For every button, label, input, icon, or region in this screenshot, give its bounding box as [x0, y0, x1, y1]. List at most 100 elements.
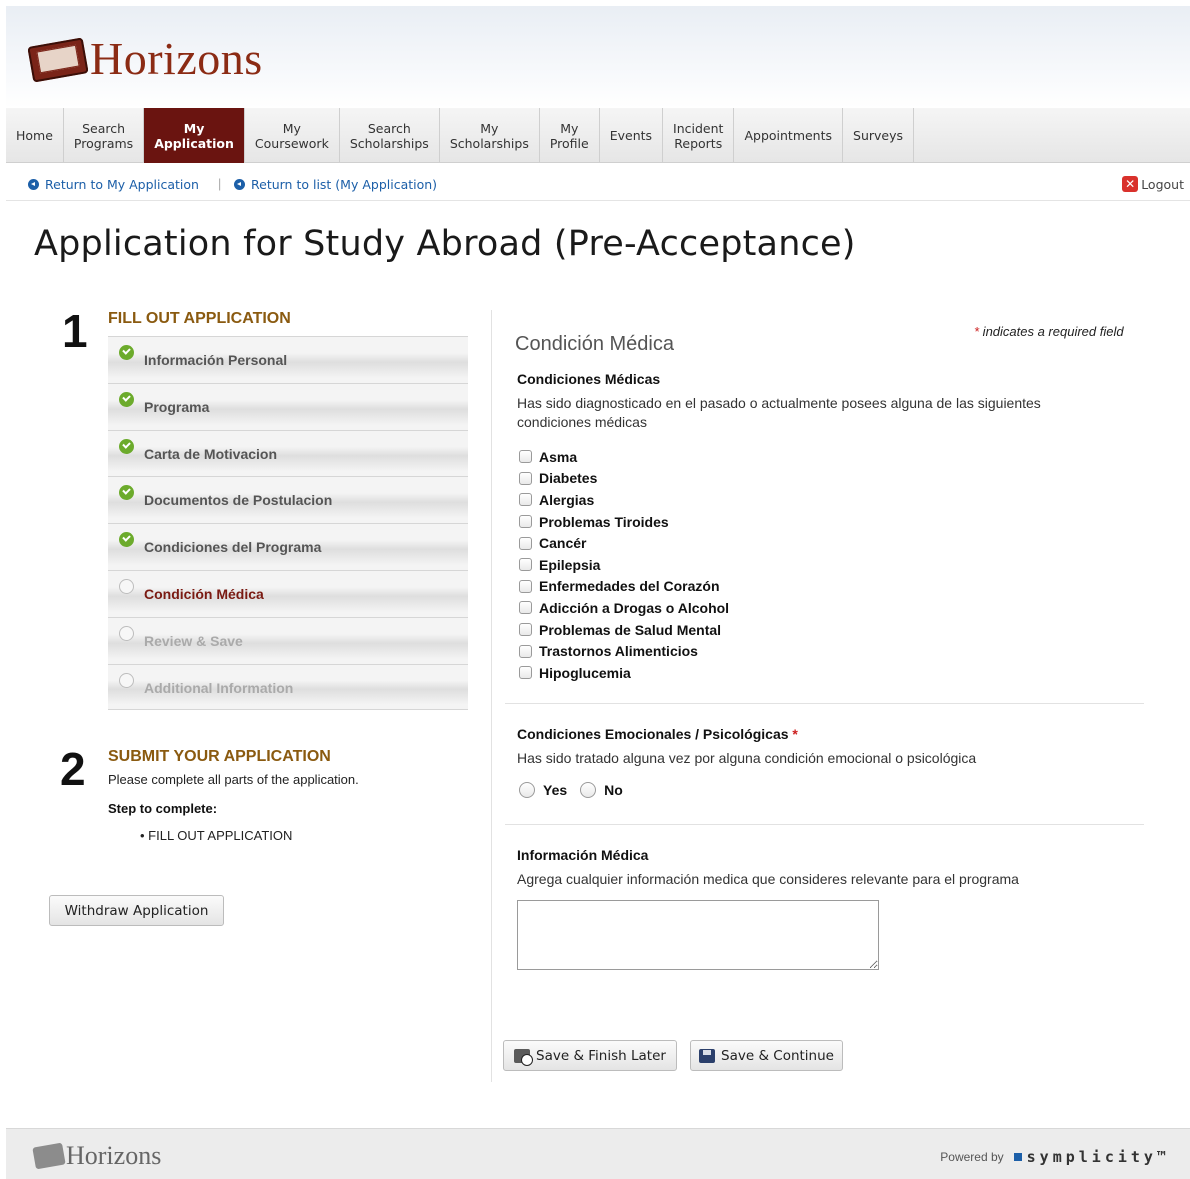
step-item[interactable]: Condiciones del Programa: [108, 523, 468, 570]
nav-item-incident-reports[interactable]: Incident Reports: [663, 108, 735, 163]
symplicity-square-icon: [1013, 1153, 1022, 1161]
empty-circle-icon: [119, 672, 134, 688]
step-label: Documentos de Postulacion: [144, 492, 333, 509]
condition-option[interactable]: Enfermedades del Corazón: [519, 576, 729, 598]
condition-checkbox[interactable]: [519, 450, 532, 464]
save-continue-button[interactable]: Save & Continue: [690, 1040, 843, 1071]
step-item: Review & Save: [108, 616, 468, 664]
logout-link[interactable]: ✕ Logout: [1122, 176, 1184, 192]
condition-label[interactable]: Problemas de Salud Mental: [539, 622, 721, 638]
save-continue-label: Save & Continue: [721, 1047, 834, 1064]
emotional-label-text: Condiciones Emocionales / Psicológicas: [517, 726, 789, 742]
nav-item-my-scholarships[interactable]: My Scholarships: [440, 108, 540, 163]
nav-item-events[interactable]: Events: [600, 108, 664, 163]
page-title: Application for Study Abroad (Pre-Accept…: [34, 224, 856, 264]
no-radio[interactable]: [580, 782, 597, 798]
medical-info-textarea[interactable]: [517, 900, 879, 970]
condition-checkbox[interactable]: [519, 644, 532, 658]
medical-info-label: Información Médica: [517, 847, 649, 863]
submit-note: Please complete all parts of the applica…: [108, 772, 359, 787]
condition-checkbox[interactable]: [519, 536, 532, 550]
step-label: Condiciones del Programa: [144, 539, 322, 556]
condition-checkbox[interactable]: [519, 579, 532, 593]
required-field-note: * indicates a required field: [974, 324, 1124, 339]
step-item[interactable]: Información Personal: [108, 336, 468, 383]
logo-text: Horizons: [90, 33, 263, 84]
return-to-application-link[interactable]: Return to My Application: [28, 177, 199, 192]
condition-checkbox[interactable]: [519, 471, 532, 485]
condition-label[interactable]: Cancér: [539, 535, 586, 551]
condition-option[interactable]: Epilepsia: [519, 554, 729, 576]
footer-logo: Horizons: [32, 1141, 161, 1171]
condition-checkbox[interactable]: [519, 515, 532, 529]
condition-option[interactable]: Trastornos Alimenticios: [519, 640, 729, 662]
nav-item-surveys[interactable]: Surveys: [843, 108, 915, 163]
step-item[interactable]: Carta de Motivacion: [108, 429, 468, 477]
step-item[interactable]: Programa: [108, 382, 468, 430]
condition-option[interactable]: Hipoglucemia: [519, 662, 729, 684]
return-to-list-link[interactable]: Return to list (My Application): [234, 177, 437, 192]
condition-option[interactable]: Cancér: [519, 532, 729, 554]
nav-item-my-profile[interactable]: My Profile: [540, 108, 600, 163]
link-separator: |: [218, 177, 222, 191]
step-to-complete-item: • FILL OUT APPLICATION: [140, 828, 293, 843]
sub-navigation: Return to My Application | Return to lis…: [6, 163, 1190, 201]
condition-checkbox[interactable]: [519, 493, 532, 507]
horizons-logo[interactable]: Horizons: [27, 32, 263, 85]
condition-checkbox[interactable]: [519, 623, 532, 637]
application-steps: Información Personal Programa Carta de Mot…: [108, 336, 468, 711]
condition-option[interactable]: Diabetes: [519, 468, 729, 490]
emotional-conditions-description: Has sido tratado alguna vez por alguna c…: [517, 750, 977, 766]
column-divider: [491, 310, 492, 1082]
nav-item-my-coursework[interactable]: My Coursework: [245, 108, 340, 163]
step-number-1: 1: [62, 305, 88, 357]
condition-checkbox[interactable]: [519, 601, 532, 615]
condition-label[interactable]: Problemas Tiroides: [539, 514, 669, 530]
nav-item-appointments[interactable]: Appointments: [734, 108, 844, 163]
medical-conditions-label: Condiciones Médicas: [517, 371, 661, 387]
site-footer: Horizons Powered by symplicity™: [6, 1128, 1190, 1179]
powered-by: Powered by symplicity™: [940, 1148, 1170, 1166]
book-logo-icon: [32, 1142, 66, 1170]
condition-option[interactable]: Asma: [519, 446, 729, 468]
required-star: *: [792, 726, 798, 742]
yes-radio[interactable]: [519, 782, 535, 798]
save-finish-later-button[interactable]: Save & Finish Later: [503, 1040, 677, 1071]
condition-checkbox[interactable]: [519, 666, 532, 680]
condition-label[interactable]: Adicción a Drogas o Alcohol: [539, 600, 729, 616]
step-item: Additional Information: [108, 663, 468, 711]
step-label: Información Personal: [144, 352, 288, 368]
check-circle-icon: [119, 485, 134, 501]
no-radio-label[interactable]: No: [604, 782, 623, 798]
condition-label[interactable]: Hipoglucemia: [539, 665, 631, 681]
withdraw-application-button[interactable]: Withdraw Application: [49, 895, 224, 926]
condition-option[interactable]: Problemas Tiroides: [519, 511, 729, 533]
symplicity-logo-text[interactable]: symplicity™: [1027, 1148, 1170, 1166]
condition-label[interactable]: Alergias: [539, 492, 594, 508]
nav-item-search-programs[interactable]: Search Programs: [64, 108, 145, 163]
step-item[interactable]: Condición Médica: [108, 569, 468, 617]
condition-checkbox[interactable]: [519, 558, 532, 572]
save-finish-later-label: Save & Finish Later: [536, 1047, 666, 1064]
step-label: Condición Médica: [144, 585, 264, 602]
condition-label[interactable]: Enfermedades del Corazón: [539, 578, 720, 594]
yes-radio-label[interactable]: Yes: [543, 782, 567, 798]
nav-item-search-scholarships[interactable]: Search Scholarships: [340, 108, 440, 163]
condition-label[interactable]: Trastornos Alimenticios: [539, 643, 698, 659]
condition-option[interactable]: Problemas de Salud Mental: [519, 619, 729, 641]
medical-conditions-checkboxes: Asma Diabetes Alergias Problemas Tiroides Ca…: [519, 446, 729, 684]
nav-item-home[interactable]: Home: [6, 108, 64, 163]
book-logo-icon: [27, 36, 92, 83]
condition-label[interactable]: Epilepsia: [539, 557, 600, 573]
return-to-list-label: Return to list (My Application): [251, 177, 438, 192]
step-number-2: 2: [60, 743, 86, 795]
step-label: Review & Save: [144, 632, 243, 649]
step-item[interactable]: Documentos de Postulacion: [108, 476, 468, 524]
check-circle-icon: [119, 391, 134, 407]
nav-item-my-application[interactable]: My Application: [144, 108, 245, 163]
condition-label[interactable]: Asma: [539, 449, 577, 465]
condition-option[interactable]: Adicción a Drogas o Alcohol: [519, 597, 729, 619]
clock-icon: [514, 1048, 534, 1066]
condition-option[interactable]: Alergias: [519, 489, 729, 511]
condition-label[interactable]: Diabetes: [539, 470, 597, 486]
